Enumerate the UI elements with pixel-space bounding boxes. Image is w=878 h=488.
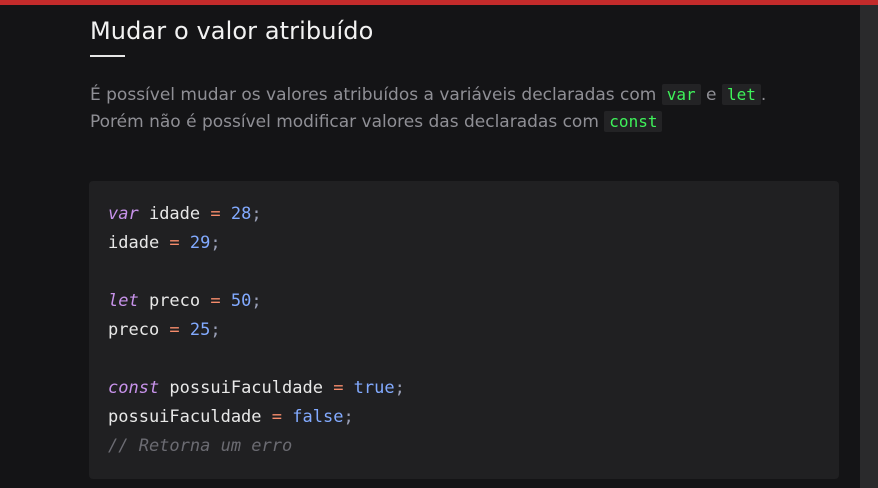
code-semicolon: ; bbox=[210, 233, 221, 253]
code-keyword: const bbox=[108, 378, 160, 398]
title-underline bbox=[90, 55, 125, 57]
code-line: let preco = 50; bbox=[108, 289, 262, 313]
code-line: possuiFaculdade = false; bbox=[108, 405, 354, 429]
code-identifier: preco bbox=[108, 320, 170, 340]
scrollbar-track[interactable] bbox=[860, 5, 878, 488]
code-semicolon: ; bbox=[210, 320, 221, 340]
code-line: // Retorna um erro bbox=[108, 434, 292, 458]
inline-code-let: let bbox=[721, 84, 761, 105]
code-semicolon: ; bbox=[251, 291, 262, 311]
code-line: idade = 29; bbox=[108, 231, 221, 255]
code-semicolon: ; bbox=[394, 378, 405, 398]
inline-code-var: var bbox=[661, 84, 701, 105]
code-number: 29 bbox=[179, 233, 211, 253]
code-semicolon: ; bbox=[251, 204, 262, 224]
code-block: var idade = 28; idade = 29; let preco = … bbox=[89, 181, 839, 479]
code-operator: = bbox=[210, 291, 221, 311]
code-operator: = bbox=[169, 233, 180, 253]
code-boolean: true bbox=[343, 378, 395, 398]
code-keyword: var bbox=[108, 204, 139, 224]
code-semicolon: ; bbox=[343, 407, 354, 427]
paragraph-text: É possível mudar os valores atribuídos a… bbox=[90, 85, 662, 105]
inline-code-const: const bbox=[604, 110, 663, 132]
code-operator: = bbox=[210, 204, 221, 224]
code-line: const possuiFaculdade = true; bbox=[108, 376, 405, 400]
code-operator: = bbox=[271, 407, 283, 427]
code-operator: = bbox=[169, 320, 180, 340]
code-number: 25 bbox=[179, 320, 211, 340]
code-operator: = bbox=[333, 378, 344, 398]
code-keyword: let bbox=[108, 291, 139, 311]
code-identifier: possuiFaculdade bbox=[108, 407, 272, 427]
code-line: var idade = 28; bbox=[108, 202, 262, 226]
code-identifier: possuiFaculdade bbox=[159, 378, 334, 398]
section-paragraph: É possível mudar os valores atribuídos a… bbox=[90, 82, 770, 135]
code-number: 28 bbox=[220, 204, 252, 224]
code-identifier: idade bbox=[138, 204, 211, 224]
code-identifier: idade bbox=[108, 233, 170, 253]
paragraph-text: e bbox=[700, 85, 722, 105]
code-identifier: preco bbox=[138, 291, 211, 311]
section-title: Mudar o valor atribuído bbox=[90, 17, 374, 45]
code-boolean: false bbox=[282, 407, 344, 427]
code-number: 50 bbox=[220, 291, 252, 311]
code-line: preco = 25; bbox=[108, 318, 221, 342]
code-comment: // Retorna um erro bbox=[108, 436, 293, 456]
